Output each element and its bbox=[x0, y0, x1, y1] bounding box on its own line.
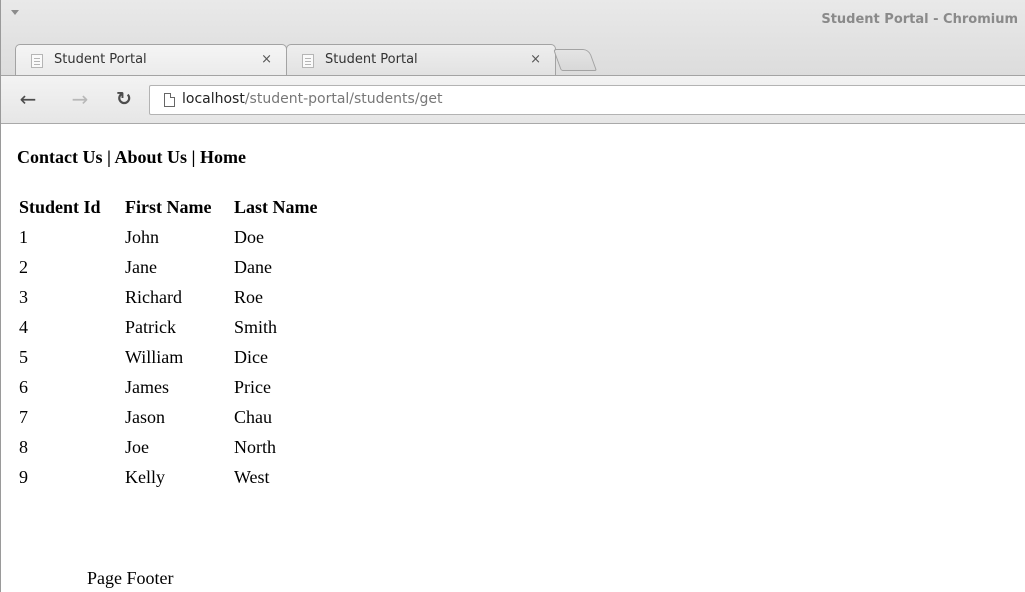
table-row: 1 John Doe bbox=[19, 222, 344, 252]
student-id-cell: 9 bbox=[19, 466, 28, 487]
column-header-last-name: Last Name bbox=[234, 197, 318, 217]
new-tab-button[interactable] bbox=[552, 49, 598, 71]
student-id-cell: 5 bbox=[19, 346, 28, 367]
reload-icon[interactable]: ↻ bbox=[111, 88, 137, 112]
back-arrow-icon[interactable]: ← bbox=[15, 88, 41, 112]
last-name-cell: Dane bbox=[234, 256, 272, 277]
student-id-cell: 6 bbox=[19, 376, 28, 397]
table-row: 9 Kelly West bbox=[19, 462, 344, 492]
first-name-cell: Jason bbox=[125, 406, 165, 427]
browser-chrome: Student Portal - Chromium Student Portal… bbox=[0, 0, 1025, 124]
table-header-row: Student Id First Name Last Name bbox=[19, 196, 344, 222]
page-icon bbox=[164, 93, 175, 107]
tab-student-portal-2[interactable]: Student Portal × bbox=[286, 44, 556, 75]
student-id-cell: 7 bbox=[19, 406, 28, 427]
student-id-cell: 3 bbox=[19, 286, 28, 307]
table-row: 6 James Price bbox=[19, 372, 344, 402]
tab-strip: Student Portal × Student Portal × bbox=[1, 40, 1025, 75]
table-row: 3 Richard Roe bbox=[19, 282, 344, 312]
home-link[interactable]: Home bbox=[200, 147, 246, 167]
tab-label: Student Portal bbox=[325, 52, 418, 67]
tab-label: Student Portal bbox=[54, 52, 147, 67]
last-name-cell: Dice bbox=[234, 346, 268, 367]
url-text[interactable]: localhost/student-portal/students/get bbox=[182, 91, 443, 107]
last-name-cell: Roe bbox=[234, 286, 263, 307]
window-menu-icon[interactable] bbox=[11, 10, 19, 15]
tab-student-portal-1[interactable]: Student Portal × bbox=[15, 44, 287, 75]
last-name-cell: Chau bbox=[234, 406, 272, 427]
column-header-first-name: First Name bbox=[125, 197, 212, 217]
toolbar: ← → ↻ localhost/student-portal/students/… bbox=[1, 75, 1025, 124]
last-name-cell: West bbox=[234, 466, 270, 487]
student-id-cell: 4 bbox=[19, 316, 28, 337]
column-header-student-id: Student Id bbox=[19, 197, 101, 217]
student-id-cell: 1 bbox=[19, 226, 28, 247]
first-name-cell: Patrick bbox=[125, 316, 176, 337]
first-name-cell: Jane bbox=[125, 256, 157, 277]
tab-close-icon[interactable]: × bbox=[530, 52, 541, 67]
nav-separator: | bbox=[102, 147, 115, 167]
about-us-link[interactable]: About Us bbox=[114, 147, 187, 167]
table-row: 4 Patrick Smith bbox=[19, 312, 344, 342]
student-id-cell: 8 bbox=[19, 436, 28, 457]
page-content: Contact Us | About Us | Home Student Id … bbox=[0, 124, 1025, 592]
url-path: /student-portal/students/get bbox=[244, 91, 443, 107]
first-name-cell: William bbox=[125, 346, 184, 367]
table-row: 8 Joe North bbox=[19, 432, 344, 462]
last-name-cell: Price bbox=[234, 376, 271, 397]
window-title: Student Portal - Chromium bbox=[821, 12, 1018, 27]
page-footer: Page Footer bbox=[87, 568, 174, 588]
last-name-cell: North bbox=[234, 436, 276, 457]
students-table: Student Id First Name Last Name 1 John D… bbox=[19, 196, 344, 492]
table-row: 2 Jane Dane bbox=[19, 252, 344, 282]
table-row: 7 Jason Chau bbox=[19, 402, 344, 432]
first-name-cell: Joe bbox=[125, 436, 149, 457]
url-host: localhost bbox=[182, 91, 245, 107]
tab-close-icon[interactable]: × bbox=[261, 52, 272, 67]
contact-us-link[interactable]: Contact Us bbox=[17, 147, 103, 167]
nav-separator: | bbox=[187, 147, 200, 167]
page-favicon-icon bbox=[31, 54, 43, 68]
site-nav: Contact Us | About Us | Home bbox=[17, 147, 246, 168]
first-name-cell: James bbox=[125, 376, 169, 397]
last-name-cell: Smith bbox=[234, 316, 278, 337]
last-name-cell: Doe bbox=[234, 226, 264, 247]
first-name-cell: Richard bbox=[125, 286, 182, 307]
student-id-cell: 2 bbox=[19, 256, 28, 277]
forward-arrow-icon[interactable]: → bbox=[67, 88, 93, 112]
title-bar: Student Portal - Chromium bbox=[1, 0, 1025, 40]
table-row: 5 William Dice bbox=[19, 342, 344, 372]
page-favicon-icon bbox=[302, 54, 314, 68]
first-name-cell: John bbox=[125, 226, 160, 247]
address-bar[interactable]: localhost/student-portal/students/get bbox=[149, 85, 1025, 115]
first-name-cell: Kelly bbox=[125, 466, 165, 487]
